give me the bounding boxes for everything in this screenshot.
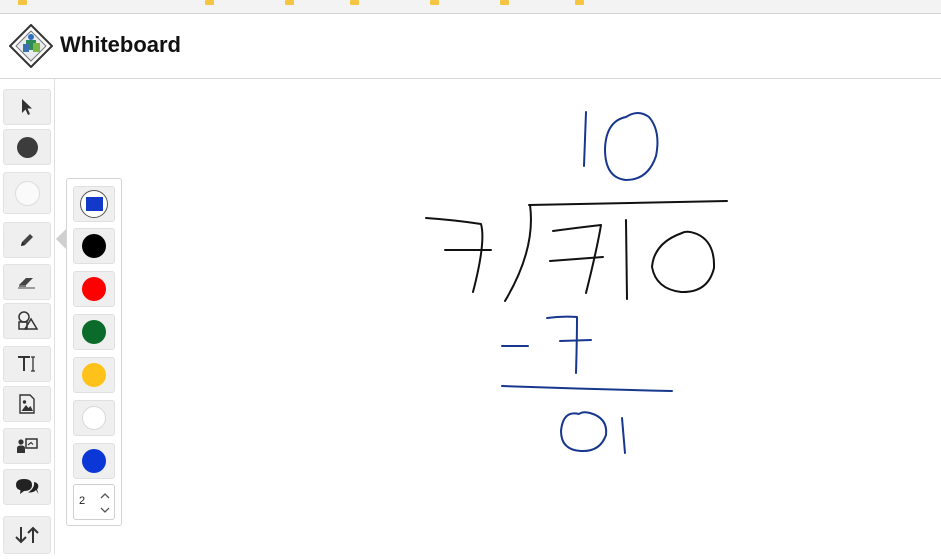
background-color-button[interactable] xyxy=(3,172,51,214)
eraser-icon xyxy=(18,278,35,289)
page-title: Whiteboard xyxy=(60,32,181,57)
chat-tool-button[interactable] xyxy=(3,469,51,505)
stroke-quotient xyxy=(583,111,659,181)
bookmark-folder-icon[interactable] xyxy=(18,0,27,5)
bookmark-folder-icon[interactable] xyxy=(285,0,294,5)
sort-arrows-icon xyxy=(15,526,39,544)
bookmark-folder-icon[interactable] xyxy=(430,0,439,5)
presenter-icon xyxy=(17,438,38,453)
browser-bookmarks-bar xyxy=(0,0,941,14)
shapes-icon xyxy=(18,311,38,330)
bookmark-folder-icon[interactable] xyxy=(350,0,359,5)
image-tool-button[interactable] xyxy=(3,386,51,422)
stroke-subtraction xyxy=(501,315,673,392)
cursor-arrow-icon xyxy=(22,99,32,115)
drawing-layer[interactable] xyxy=(55,79,941,554)
light-dot-icon xyxy=(14,180,40,206)
bookmark-folder-icon[interactable] xyxy=(575,0,584,5)
pencil-icon xyxy=(21,234,33,246)
pencil-tool-button[interactable] xyxy=(3,222,51,258)
whiteboard-canvas[interactable] xyxy=(55,79,941,554)
tool-sidebar xyxy=(0,79,55,554)
select-tool-button[interactable] xyxy=(3,89,51,125)
eraser-tool-button[interactable] xyxy=(3,264,51,300)
presenter-tool-button[interactable] xyxy=(3,428,51,464)
app-header: Whiteboard xyxy=(0,14,941,79)
bookmark-folder-icon[interactable] xyxy=(205,0,214,5)
chat-icon xyxy=(16,479,39,494)
stroke-remainder xyxy=(560,411,626,454)
shapes-tool-button[interactable] xyxy=(3,303,51,339)
color-picker-button[interactable] xyxy=(3,129,51,165)
stroke-division xyxy=(425,200,728,302)
text-tool-button[interactable] xyxy=(3,346,51,382)
sort-tool-button[interactable] xyxy=(3,516,51,554)
bookmark-folder-icon[interactable] xyxy=(500,0,509,5)
image-icon xyxy=(19,394,35,414)
text-icon xyxy=(18,356,35,372)
color-dot-icon xyxy=(16,136,38,158)
app-logo-icon xyxy=(8,23,54,69)
